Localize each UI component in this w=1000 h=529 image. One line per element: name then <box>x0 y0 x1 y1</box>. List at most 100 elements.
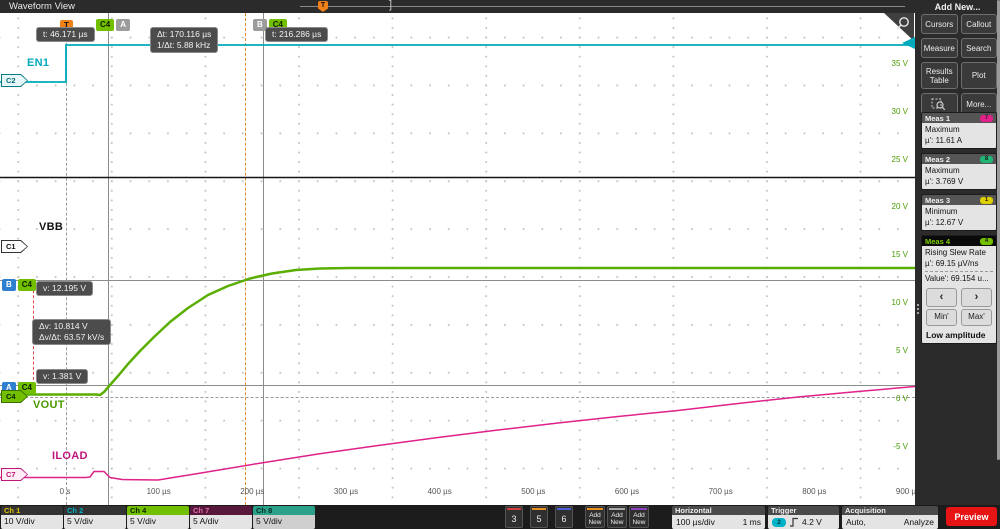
ch1-name: Ch 1 <box>1 506 63 515</box>
ch1-badge[interactable]: Ch 1 10 V/div <box>1 506 63 529</box>
meas-3-mean: µ': 12.67 V <box>925 218 993 229</box>
panel-drag-handle[interactable] <box>915 296 920 322</box>
horizontal-scale: 100 µs/div <box>676 516 715 529</box>
ch4-badge[interactable]: Ch 4 5 V/div <box>127 506 189 529</box>
meas-1-source-badge: 7 <box>980 115 993 122</box>
cursor-a-badge[interactable]: A <box>116 19 130 31</box>
callout-button[interactable]: Callout <box>961 14 998 34</box>
meas-4-next-button[interactable]: › <box>961 288 992 307</box>
cursor-a-badges[interactable]: C4A <box>96 14 132 32</box>
divider <box>925 271 993 272</box>
xaxis-500us: 500 µs <box>521 487 545 496</box>
ch8-scale: 5 V/div <box>253 515 315 529</box>
ch6-off-button[interactable]: 6 <box>555 506 573 528</box>
ch3-off-button[interactable]: 3 <box>505 506 523 528</box>
trigger-panel[interactable]: Trigger 2 4.2 V <box>768 506 839 529</box>
yaxis-5v: 5 V <box>896 346 908 355</box>
meas-3-type: Minimum <box>925 207 993 218</box>
vcursor-b-badges[interactable]: BC4 <box>2 274 38 292</box>
ch4-scale: 5 V/div <box>127 515 189 529</box>
meas-4-max-button[interactable]: Max' <box>961 309 992 326</box>
results-table-button[interactable]: Results Table <box>921 62 958 89</box>
meas-3-panel[interactable]: Meas 3 1 Minimum µ': 12.67 V <box>921 194 997 231</box>
ch1-scale: 10 V/div <box>1 515 63 529</box>
cursor-a-volt-readout: v: 1.381 V <box>36 369 88 384</box>
trace-iload[interactable] <box>0 387 915 481</box>
xaxis-900us: 900 µs <box>896 487 915 496</box>
search-button[interactable]: Search <box>961 38 998 58</box>
vcursor-b-source-badge[interactable]: C4 <box>18 279 36 291</box>
meas-1-type: Maximum <box>925 125 993 136</box>
xaxis-800us: 800 µs <box>802 487 826 496</box>
acquisition-panel[interactable]: Acquisition Auto, Analyze <box>842 506 938 529</box>
trace-canvas <box>0 13 915 505</box>
delta-v: Δv: 10.814 V <box>39 321 104 332</box>
meas-2-title: Meas 2 <box>925 155 950 164</box>
label-en1: EN1 <box>27 57 49 69</box>
cursor-a-source-badge[interactable]: C4 <box>96 19 114 31</box>
yaxis-10v: 10 V <box>892 298 908 307</box>
meas-4-type: Rising Slew Rate <box>925 248 993 259</box>
add-new-bus-button[interactable]: Add New <box>629 506 649 528</box>
waveform-plot[interactable]: T C4A BC4 t: 46.171 µs Δt: 170.116 µs 1/… <box>0 13 915 505</box>
cursor-b-time-readout: t: 216.286 µs <box>265 27 328 42</box>
record-expansion-bracket[interactable]: ] <box>389 0 392 12</box>
preview-button[interactable]: Preview <box>946 507 997 526</box>
ch5-off-button[interactable]: 5 <box>530 506 548 528</box>
trigger-level: 4.2 V <box>802 516 822 529</box>
ch8-name: Ch 8 <box>253 506 315 515</box>
meas-2-panel[interactable]: Meas 2 8 Maximum µ': 3.769 V <box>921 153 997 190</box>
sidebar-title: Add New... <box>915 2 1000 12</box>
ch2-badge[interactable]: Ch 2 5 V/div <box>64 506 126 529</box>
ch4-name: Ch 4 <box>127 506 189 515</box>
meas-4-status: Low amplitude <box>925 328 993 342</box>
ch2-name: Ch 2 <box>64 506 126 515</box>
cursor-a-time-readout: t: 46.171 µs <box>36 27 95 42</box>
yaxis-30v: 30 V <box>892 107 908 116</box>
meas-4-panel[interactable]: Meas 4 4 Rising Slew Rate µ': 69.15 µV/n… <box>921 235 997 344</box>
ch2-right-edge-marker[interactable] <box>902 37 915 49</box>
horizontal-title: Horizontal <box>672 506 765 515</box>
add-new-sidebar: Add New... Cursors Callout Measure Searc… <box>915 0 1000 505</box>
ch5-color-stripe <box>532 508 546 510</box>
rising-edge-icon <box>789 517 799 527</box>
add-new-math-button[interactable]: Add New <box>585 506 605 528</box>
meas-1-title: Meas 1 <box>925 114 950 123</box>
xaxis-0s: 0 s <box>60 487 71 496</box>
vcursor-b-badge[interactable]: B <box>2 279 16 291</box>
meas-4-prev-button[interactable]: ‹ <box>926 288 957 307</box>
meas-3-source-badge: 1 <box>980 197 993 204</box>
trace-vout[interactable] <box>0 268 915 395</box>
meas-1-panel[interactable]: Meas 1 7 Maximum µ': 11.61 A <box>921 112 997 149</box>
record-trigger-icon[interactable]: T <box>318 1 328 12</box>
plot-button[interactable]: Plot <box>961 62 998 89</box>
view-title: Waveform View <box>9 1 75 12</box>
meas-1-mean: µ': 11.61 A <box>925 136 993 147</box>
cursor-delta-volt-readout: Δv: 10.814 V Δv/Δt: 63.57 kV/s <box>32 319 111 345</box>
yaxis-20v: 20 V <box>892 202 908 211</box>
meas-4-min-button[interactable]: Min' <box>926 309 957 326</box>
xaxis-300us: 300 µs <box>334 487 358 496</box>
delta-t: Δt: 170.116 µs <box>157 29 211 40</box>
trace-en1[interactable] <box>0 45 915 82</box>
xaxis-100us: 100 µs <box>147 487 171 496</box>
tekscope-app: Waveform View ] T T C4A BC4 t <box>0 0 1000 529</box>
measurement-results: Meas 1 7 Maximum µ': 11.61 A Meas 2 8 Ma… <box>921 112 997 348</box>
meas-4-value: Value': 69.154 u... <box>925 274 993 285</box>
measure-button[interactable]: Measure <box>921 38 958 58</box>
delta-v-rate: Δv/Δt: 63.57 kV/s <box>39 332 104 343</box>
ref-color-stripe <box>609 508 625 510</box>
xaxis-700us: 700 µs <box>709 487 733 496</box>
label-vout: VOUT <box>33 399 65 411</box>
ch8-badge[interactable]: Ch 8 5 V/div <box>253 506 315 529</box>
ch7-badge[interactable]: Ch 7 5 A/div <box>190 506 252 529</box>
cursors-button[interactable]: Cursors <box>921 14 958 34</box>
acquisition-title: Acquisition <box>842 506 938 515</box>
cursor-delta-time-readout: Δt: 170.116 µs 1/Δt: 5.88 kHz <box>150 27 218 53</box>
horizontal-panel[interactable]: Horizontal 100 µs/div 1 ms <box>672 506 765 529</box>
xaxis-200us: 200 µs <box>240 487 264 496</box>
yaxis-neg5v: -5 V <box>893 442 908 451</box>
trigger-source-badge: 2 <box>772 518 786 527</box>
add-new-ref-button[interactable]: Add New <box>607 506 627 528</box>
inverse-delta-t: 1/Δt: 5.88 kHz <box>157 40 211 51</box>
